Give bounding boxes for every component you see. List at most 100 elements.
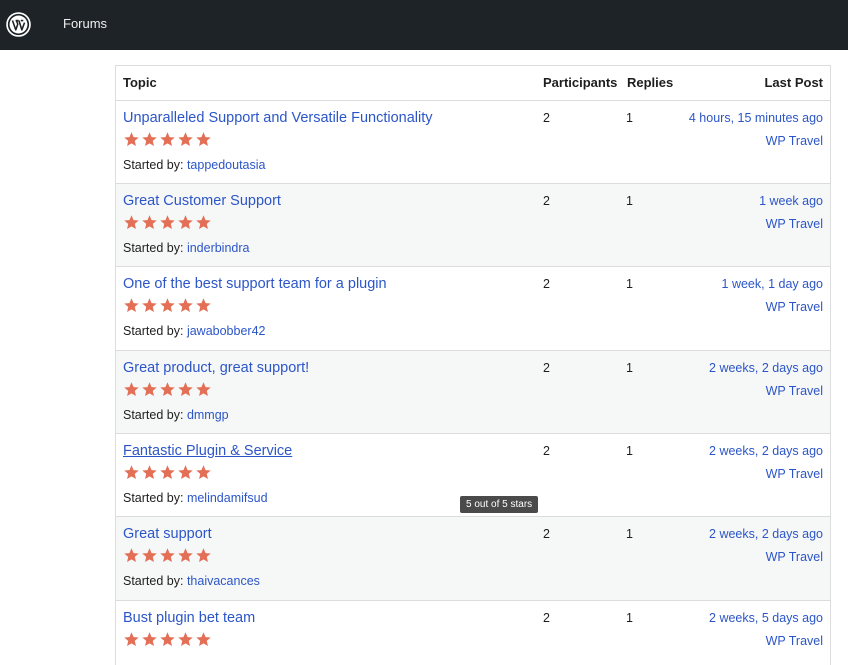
table-row: Great product, great support! Started by:… [116, 351, 830, 434]
last-post-author-link[interactable]: WP Travel [766, 300, 823, 314]
star-icon [178, 132, 193, 147]
participants-count: 2 [543, 361, 550, 375]
star-icon [178, 465, 193, 480]
header-last-post: Last Post [764, 75, 823, 90]
topics-table: Topic Participants Replies Last Post Unp… [115, 65, 831, 665]
last-post-author-link[interactable]: WP Travel [766, 134, 823, 148]
star-icon [196, 548, 211, 563]
participants-count: 2 [543, 277, 550, 291]
replies-count: 1 [626, 611, 633, 625]
star-rating [123, 547, 212, 565]
author-link[interactable]: melindamifsud [187, 491, 268, 505]
last-post-time-link[interactable]: 2 weeks, 2 days ago [709, 444, 823, 458]
last-post-author-link[interactable]: WP Travel [766, 217, 823, 231]
last-post-time-link[interactable]: 2 weeks, 5 days ago [709, 611, 823, 625]
replies-count: 1 [626, 194, 633, 208]
header-participants: Participants [543, 75, 618, 90]
participants-count: 2 [543, 194, 550, 208]
participants-count: 2 [543, 527, 550, 541]
last-post-author-link[interactable]: WP Travel [766, 384, 823, 398]
star-icon [160, 298, 175, 313]
star-icon [196, 382, 211, 397]
table-row: Unparalleled Support and Versatile Funct… [116, 101, 830, 184]
star-rating [123, 464, 212, 482]
header-replies: Replies [627, 75, 674, 90]
started-by-label: Started by: [123, 241, 184, 255]
last-post-time-link[interactable]: 4 hours, 15 minutes ago [689, 111, 823, 125]
author-link[interactable]: tappedoutasia [187, 158, 266, 172]
started-by: Started by: tappedoutasia [123, 158, 265, 172]
star-icon [142, 132, 157, 147]
table-row: Great Customer Support Started by: inderb… [116, 184, 830, 267]
started-by-label: Started by: [123, 324, 184, 338]
last-post-author-link[interactable]: WP Travel [766, 634, 823, 648]
table-row: One of the best support team for a plugi… [116, 267, 830, 351]
star-icon [124, 132, 139, 147]
topic-title-link[interactable]: Unparalleled Support and Versatile Funct… [123, 110, 433, 126]
nav-forums-link[interactable]: Forums [63, 16, 107, 31]
header-topic: Topic [123, 75, 157, 90]
star-icon [142, 465, 157, 480]
replies-count: 1 [626, 527, 633, 541]
star-icon [160, 382, 175, 397]
star-icon [196, 298, 211, 313]
star-icon [124, 382, 139, 397]
star-icon [124, 548, 139, 563]
star-icon [178, 548, 193, 563]
star-rating [123, 631, 212, 649]
star-rating [123, 297, 212, 315]
last-post-time-link[interactable]: 2 weeks, 2 days ago [709, 361, 823, 375]
started-by-label: Started by: [123, 491, 184, 505]
table-row: Bust plugin bet team 2 1 2 weeks, 5 days ag… [116, 601, 830, 665]
top-navigation-bar: Forums [0, 0, 848, 50]
star-icon [124, 215, 139, 230]
participants-count: 2 [543, 611, 550, 625]
star-icon [124, 632, 139, 647]
star-icon [124, 298, 139, 313]
topic-title-link[interactable]: Fantastic Plugin & Service [123, 443, 292, 459]
rating-tooltip: 5 out of 5 stars [460, 496, 539, 513]
started-by: Started by: melindamifsud [123, 491, 268, 505]
participants-count: 2 [543, 444, 550, 458]
last-post-author-link[interactable]: WP Travel [766, 550, 823, 564]
star-icon [196, 132, 211, 147]
started-by-label: Started by: [123, 574, 184, 588]
author-link[interactable]: thaivacances [187, 574, 260, 588]
last-post-time-link[interactable]: 1 week, 1 day ago [722, 277, 823, 291]
star-rating [123, 381, 212, 399]
star-icon [178, 215, 193, 230]
last-post-time-link[interactable]: 2 weeks, 2 days ago [709, 527, 823, 541]
author-link[interactable]: jawabobber42 [187, 324, 266, 338]
replies-count: 1 [626, 111, 633, 125]
star-icon [196, 632, 211, 647]
star-icon [196, 465, 211, 480]
last-post-time-link[interactable]: 1 week ago [759, 194, 823, 208]
star-icon [142, 298, 157, 313]
wordpress-logo-icon[interactable] [6, 12, 31, 37]
last-post-author-link[interactable]: WP Travel [766, 467, 823, 481]
star-icon [178, 382, 193, 397]
star-icon [142, 382, 157, 397]
star-icon [196, 215, 211, 230]
topic-title-link[interactable]: Bust plugin bet team [123, 610, 255, 626]
star-icon [124, 465, 139, 480]
topic-title-link[interactable]: One of the best support team for a plugi… [123, 276, 387, 292]
star-icon [178, 298, 193, 313]
star-icon [142, 215, 157, 230]
participants-count: 2 [543, 111, 550, 125]
star-icon [142, 548, 157, 563]
star-icon [160, 465, 175, 480]
author-link[interactable]: dmmgp [187, 408, 229, 422]
topic-title-link[interactable]: Great Customer Support [123, 193, 281, 209]
started-by: Started by: dmmgp [123, 408, 229, 422]
started-by-label: Started by: [123, 408, 184, 422]
topic-title-link[interactable]: Great product, great support! [123, 360, 309, 376]
replies-count: 1 [626, 277, 633, 291]
author-link[interactable]: inderbindra [187, 241, 250, 255]
started-by: Started by: inderbindra [123, 241, 249, 255]
star-rating [123, 131, 212, 149]
star-icon [142, 632, 157, 647]
star-icon [160, 632, 175, 647]
started-by-label: Started by: [123, 158, 184, 172]
topic-title-link[interactable]: Great support [123, 526, 212, 542]
